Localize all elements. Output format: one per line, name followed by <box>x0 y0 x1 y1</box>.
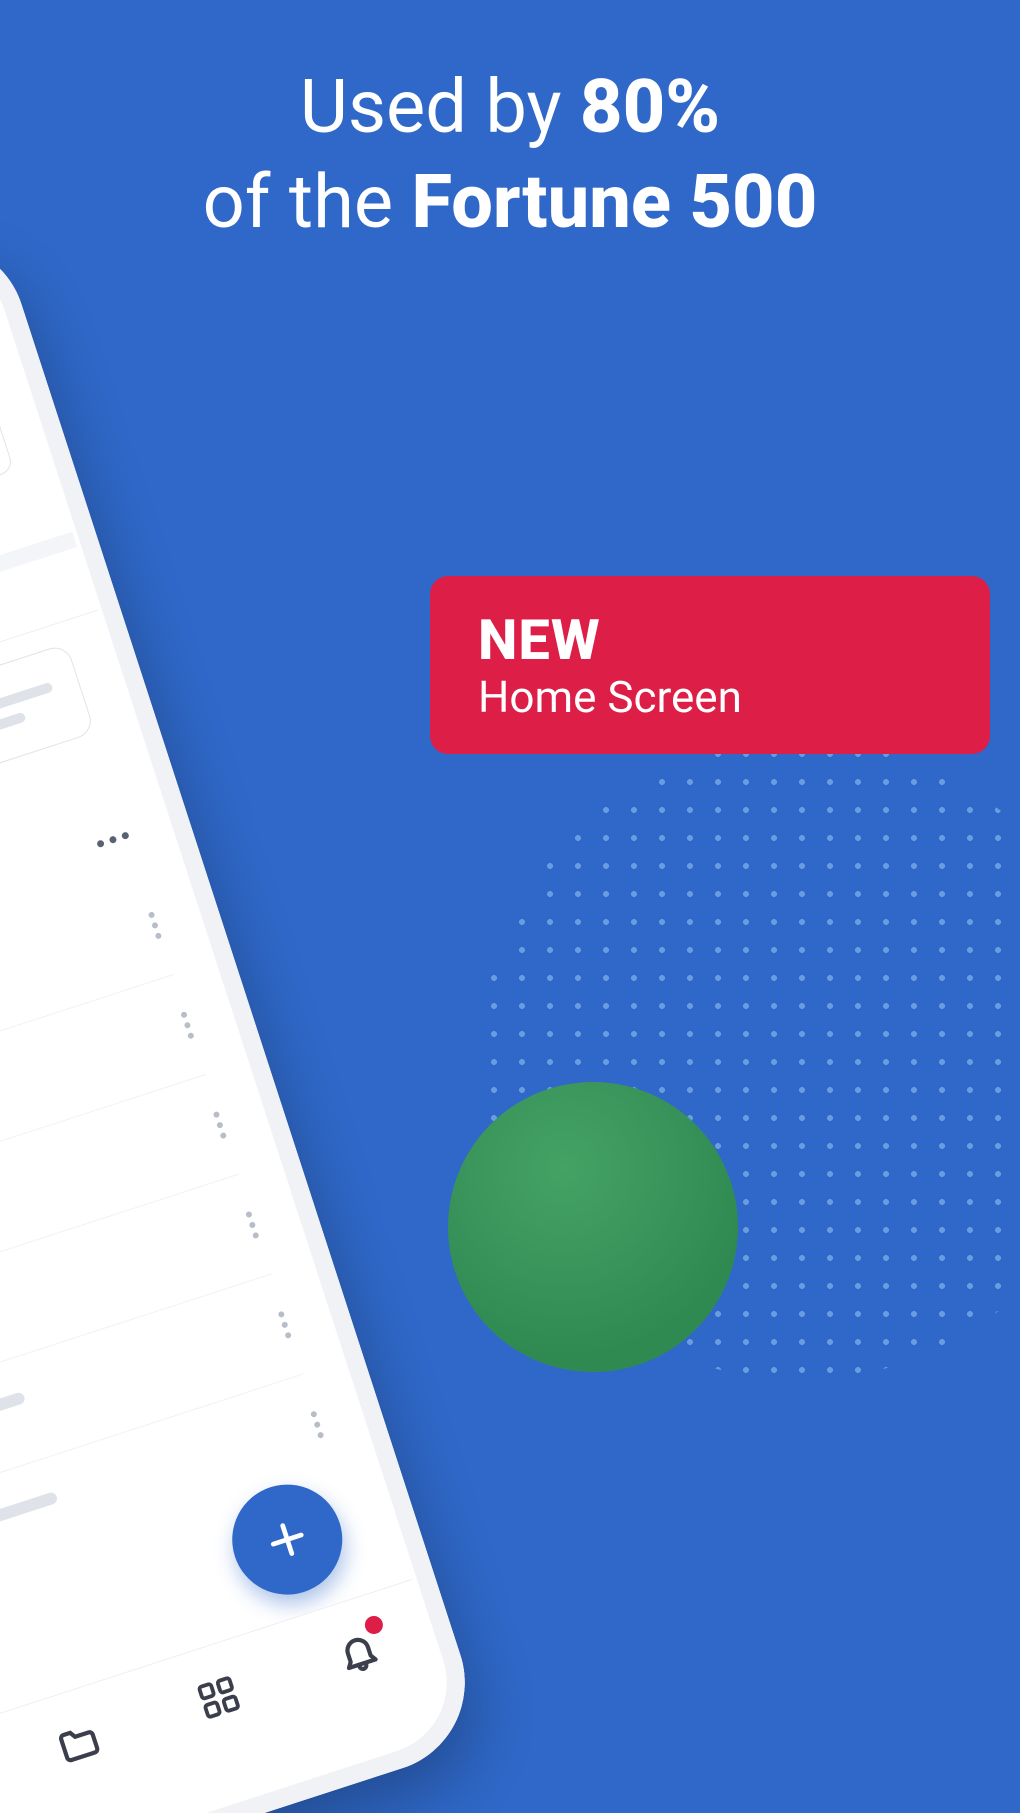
section-more-button[interactable] <box>96 831 130 848</box>
item-more-button[interactable] <box>278 1311 292 1339</box>
phone-mockup: 100% <box>0 219 488 1813</box>
headline-line-2: of the Fortune 500 <box>0 159 1020 248</box>
item-more-button[interactable] <box>245 1211 259 1239</box>
item-more-button[interactable] <box>180 1011 194 1039</box>
nav-notifications[interactable] <box>324 1617 395 1688</box>
card-placeholder-lines <box>0 679 69 738</box>
headline-plain-2: of the <box>203 159 412 246</box>
headline-bold-2: Fortune 500 <box>411 159 817 246</box>
headline-line-1: Used by 80% <box>0 64 1020 153</box>
callout-subtitle: Home Screen <box>478 671 990 723</box>
item-more-button[interactable] <box>148 911 162 939</box>
plus-icon <box>260 1512 315 1567</box>
nav-apps[interactable] <box>184 1662 255 1733</box>
callout-title: NEW <box>478 607 990 673</box>
quick-card-notebook[interactable] <box>0 643 95 794</box>
headline-plain-1: Used by <box>300 64 580 151</box>
promo-stage: Used by 80% of the Fortune 500 NEW Home … <box>0 0 1020 1813</box>
item-more-button[interactable] <box>213 1111 227 1139</box>
grid-icon <box>192 1671 245 1724</box>
new-home-screen-callout: NEW Home Screen <box>430 576 990 754</box>
item-more-button[interactable] <box>310 1410 324 1438</box>
decorative-green-circle <box>448 1082 738 1372</box>
scan-chip[interactable] <box>0 400 15 499</box>
bell-icon <box>332 1625 385 1678</box>
bottom-nav <box>0 1579 460 1813</box>
folder-icon <box>52 1716 105 1769</box>
nav-files[interactable] <box>44 1708 115 1779</box>
headline-bold-1: 80% <box>580 64 720 151</box>
headline: Used by 80% of the Fortune 500 <box>0 64 1020 248</box>
